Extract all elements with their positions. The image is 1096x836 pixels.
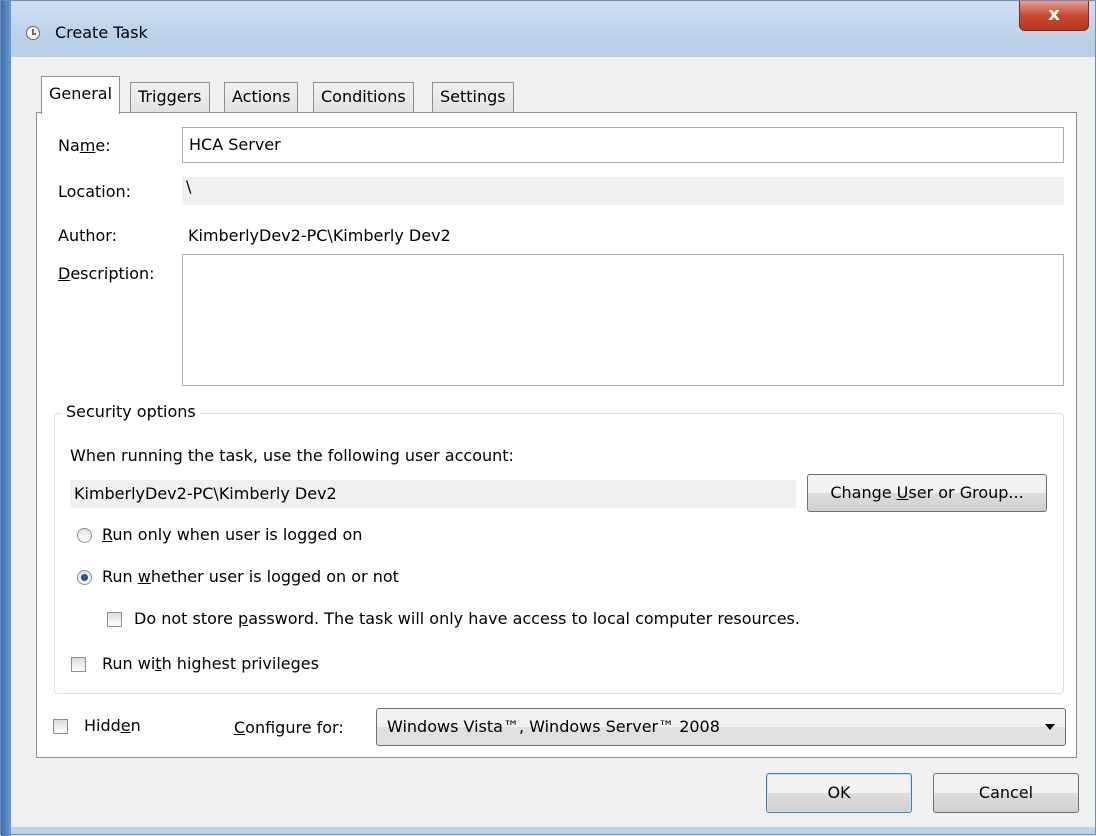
cancel-button[interactable]: Cancel: [933, 773, 1079, 813]
user-account-value: KimberlyDev2-PC\Kimberly Dev2: [70, 480, 796, 508]
tab-general[interactable]: General: [41, 76, 121, 114]
tab-label: Conditions: [321, 87, 406, 106]
highest-privileges-checkbox[interactable]: [71, 657, 86, 672]
run-only-logged-on-label: Run only when user is logged on: [102, 525, 363, 544]
run-whether-logged-on-radio[interactable]: [77, 570, 92, 585]
hidden-checkbox[interactable]: [53, 719, 68, 734]
do-not-store-password-checkbox[interactable]: [107, 612, 122, 627]
window-title: Create Task: [55, 23, 148, 42]
dropdown-arrow-icon: [1045, 724, 1055, 730]
do-not-store-password-label: Do not store password. The task will onl…: [134, 609, 800, 628]
author-value: KimberlyDev2-PC\Kimberly Dev2: [188, 226, 451, 245]
tab-label: Actions: [232, 87, 291, 106]
name-input[interactable]: HCA Server: [182, 127, 1064, 163]
account-prompt: When running the task, use the following…: [70, 446, 514, 465]
author-label: Author:: [58, 226, 117, 245]
highest-privileges-label: Run with highest privileges: [102, 654, 319, 673]
configure-for-label: Configure for:: [234, 718, 344, 737]
change-user-button[interactable]: Change User or Group...: [807, 474, 1047, 512]
tab-triggers[interactable]: Triggers: [130, 82, 210, 112]
location-value: \: [182, 177, 1064, 205]
run-only-logged-on-radio[interactable]: [77, 528, 92, 543]
title-bar[interactable]: Create Task x: [1, 1, 1095, 42]
name-label: Name:: [58, 136, 111, 155]
close-icon: x: [1048, 4, 1060, 25]
configure-for-select[interactable]: Windows Vista™, Windows Server™ 2008: [376, 708, 1066, 746]
hidden-label: Hidden: [84, 716, 141, 735]
close-button[interactable]: x: [1019, 1, 1089, 31]
configure-for-value: Windows Vista™, Windows Server™ 2008: [387, 717, 720, 736]
tab-label: Settings: [440, 87, 506, 106]
run-whether-logged-on-label: Run whether user is logged on or not: [102, 567, 399, 586]
security-options-legend: Security options: [62, 402, 200, 421]
tab-label: Triggers: [138, 87, 202, 106]
description-label: Description:: [58, 264, 155, 283]
tab-actions[interactable]: Actions: [224, 82, 299, 112]
clock-icon: [26, 26, 40, 40]
tab-label: General: [49, 84, 113, 103]
window-frame-edge: [1, 1, 11, 836]
description-textarea[interactable]: [182, 254, 1064, 386]
location-label: Location:: [58, 182, 132, 201]
ok-button[interactable]: OK: [766, 773, 912, 813]
tab-settings[interactable]: Settings: [432, 82, 514, 112]
tab-conditions[interactable]: Conditions: [313, 82, 414, 112]
